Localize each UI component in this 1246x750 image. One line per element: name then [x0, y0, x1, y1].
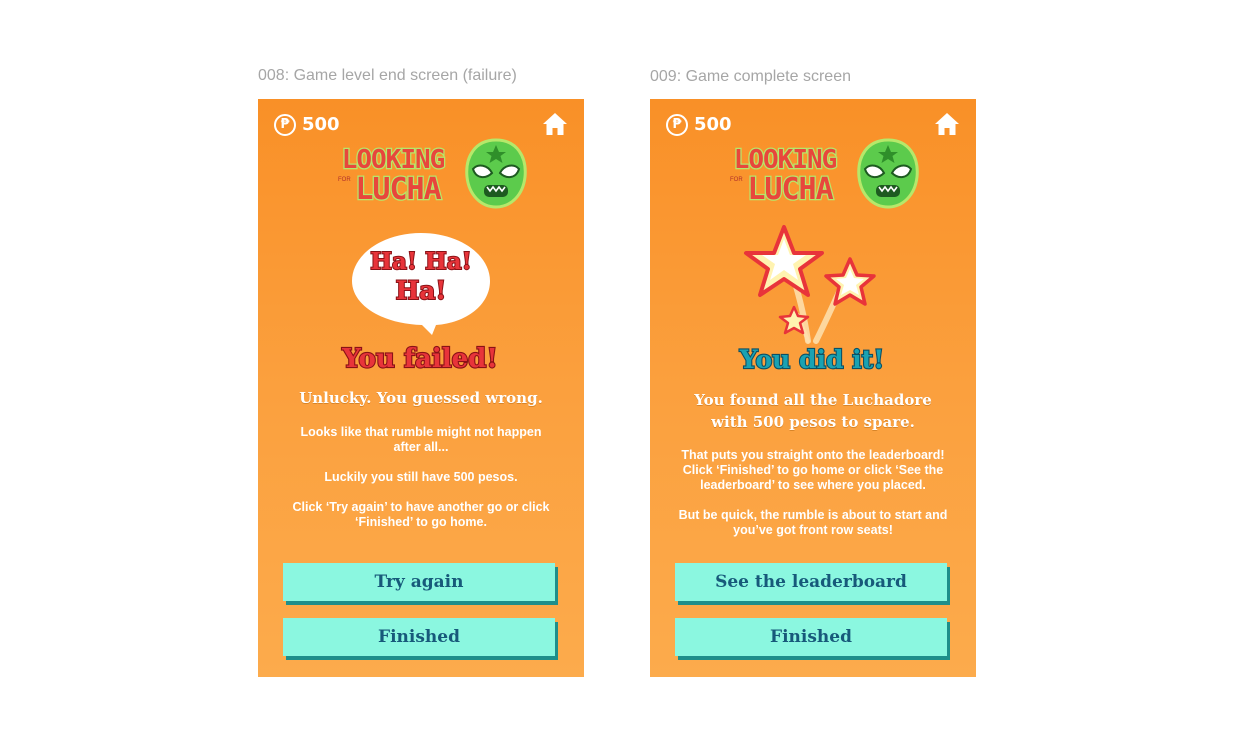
home-icon[interactable] — [542, 112, 568, 136]
pesos-count: 500 — [302, 114, 340, 135]
failure-paragraph-3: Click ‘Try again’ to have another go or … — [292, 500, 550, 529]
home-icon[interactable] — [934, 112, 960, 136]
looking-for-lucha-logo: LOOKING FOR LUCHA — [730, 138, 919, 209]
screen-caption-complete: 009: Game complete screen — [650, 68, 851, 85]
logo-lucha-text: LUCHA — [747, 172, 833, 207]
looking-for-lucha-logo: LOOKING FOR LUCHA — [338, 138, 527, 209]
peso-coin-icon: ₱ — [666, 114, 688, 136]
screen-caption-failure: 008: Game level end screen (failure) — [258, 67, 517, 84]
logo-for-text: FOR — [338, 177, 351, 183]
fireworks-stars-icon — [744, 225, 876, 344]
failure-paragraph-2: Luckily you still have 500 pesos. — [324, 470, 518, 484]
logo-lucha-text: LUCHA — [355, 172, 441, 207]
failure-subtitle: Unlucky. You guessed wrong. — [299, 389, 543, 407]
peso-coin-icon: ₱ — [274, 114, 296, 136]
finished-button[interactable]: Finished — [283, 618, 555, 656]
speech-bubble-line2: Ha! — [396, 276, 447, 305]
failure-headline: You failed! — [340, 343, 499, 375]
lucha-mask-icon — [857, 138, 919, 209]
failure-screen: ₱ 500 LOOKING FOR LUCHA Ha! Ha! Ha! You … — [258, 99, 584, 677]
success-subtitle-line-2: with 500 pesos to spare. — [711, 413, 915, 431]
pesos-count: 500 — [694, 114, 732, 135]
complete-screen: ₱ 500 LOOKING FOR LUCHA You did it! You … — [650, 99, 976, 677]
logo-for-text: FOR — [730, 177, 743, 183]
success-paragraph-2: But be quick, the rumble is about to sta… — [678, 508, 948, 537]
see-leaderboard-button[interactable]: See the leaderboard — [675, 563, 947, 601]
svg-text:You failed!: You failed! — [341, 344, 498, 374]
lucha-mask-icon — [465, 138, 527, 209]
success-headline: You did it! — [738, 344, 886, 375]
speech-bubble: Ha! Ha! Ha! — [352, 233, 490, 335]
try-again-button[interactable]: Try again — [283, 563, 555, 601]
success-paragraph-1: That puts you straight onto the leaderbo… — [681, 448, 945, 492]
logo-looking-text: LOOKING — [342, 145, 445, 175]
logo-looking-text: LOOKING — [734, 145, 837, 175]
speech-bubble-line1: Ha! Ha! — [370, 248, 471, 275]
svg-text:You did it!: You did it! — [739, 345, 884, 374]
finished-button[interactable]: Finished — [675, 618, 947, 656]
failure-paragraph-1: Looks like that rumble might not happen … — [300, 425, 542, 454]
success-subtitle-line-1: You found all the Luchadore — [694, 391, 932, 409]
